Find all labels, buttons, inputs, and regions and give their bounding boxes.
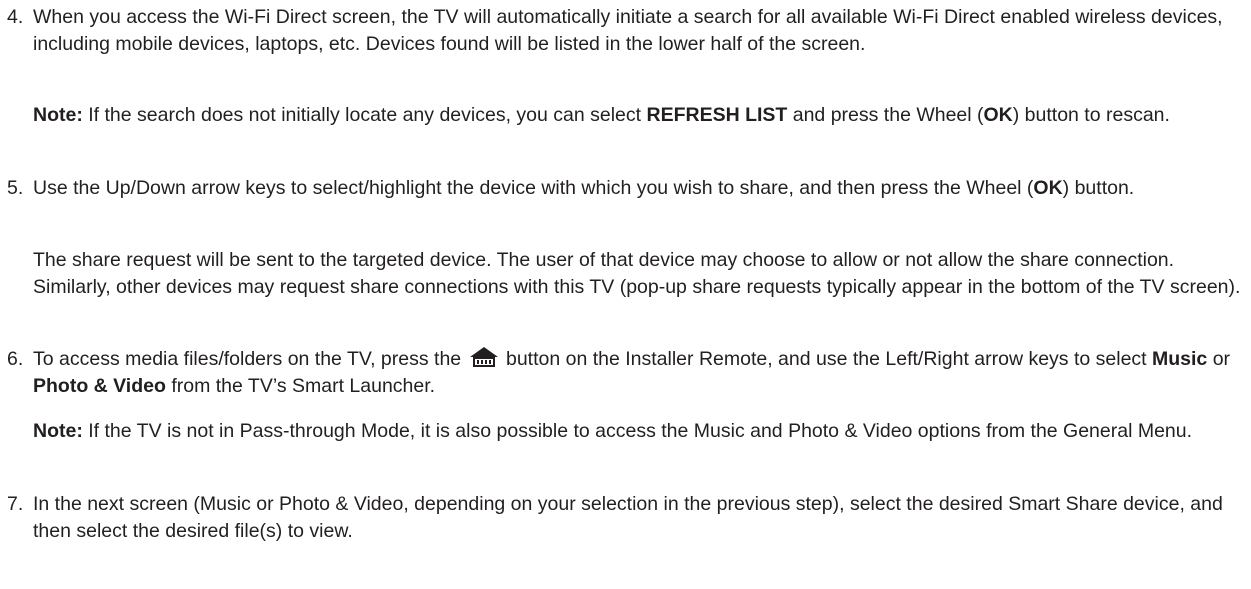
step-5: 5. Use the Up/Down arrow keys to select/… bbox=[0, 175, 1233, 202]
ok-label: OK bbox=[1033, 177, 1063, 199]
step-6-text: To access media files/folders on the TV,… bbox=[33, 346, 1233, 400]
note-paragraph: Note: If the search does not initially l… bbox=[33, 102, 1251, 129]
note-paragraph: Note: If the TV is not in Pass-through M… bbox=[33, 418, 1251, 445]
photo-video-label: Photo & Video bbox=[33, 375, 166, 397]
step-5-text-part: Use the Up/Down arrow keys to select/hig… bbox=[33, 177, 1034, 199]
step-6-note: Note: If the TV is not in Pass-through M… bbox=[0, 418, 1251, 445]
step-7-text: In the next screen (Music or Photo & Vid… bbox=[33, 493, 1223, 542]
note-text: and press the Wheel ( bbox=[787, 104, 984, 126]
step-6-text-part: To access media files/folders on the TV,… bbox=[33, 348, 467, 370]
step-5-text: Use the Up/Down arrow keys to select/hig… bbox=[33, 175, 1233, 202]
music-label: Music bbox=[1152, 348, 1208, 370]
step-7: 7. In the next screen (Music or Photo & … bbox=[0, 491, 1233, 545]
note-text: If the search does not initially locate … bbox=[82, 104, 647, 126]
note-text: If the TV is not in Pass-through Mode, i… bbox=[82, 420, 1193, 442]
step-number: 6. bbox=[7, 348, 24, 370]
step-number: 7. bbox=[7, 493, 24, 515]
note-text: ) button to rescan. bbox=[1012, 104, 1170, 126]
step-6: 6. To access media files/folders on the … bbox=[0, 346, 1233, 400]
step-number: 5. bbox=[7, 177, 24, 199]
home-icon bbox=[469, 346, 499, 368]
step-number: 4. bbox=[7, 6, 24, 28]
step-4-note: Note: If the search does not initially l… bbox=[0, 102, 1251, 129]
step-5-text-part: ) button. bbox=[1062, 177, 1135, 199]
step-5-detail-text: The share request will be sent to the ta… bbox=[33, 249, 1241, 298]
refresh-list-label: REFRESH LIST bbox=[646, 104, 788, 126]
step-6-text-part: or bbox=[1207, 348, 1231, 370]
step-4-text: When you access the Wi-Fi Direct screen,… bbox=[33, 6, 1223, 55]
step-6-text-part: button on the Installer Remote, and use … bbox=[500, 348, 1153, 370]
note-label: Note: bbox=[33, 104, 83, 126]
step-4: 4. When you access the Wi-Fi Direct scre… bbox=[0, 4, 1233, 58]
step-6-text-part: from the TV’s Smart Launcher. bbox=[165, 375, 436, 397]
note-label: Note: bbox=[33, 420, 83, 442]
step-5-detail: The share request will be sent to the ta… bbox=[0, 247, 1251, 301]
ok-label: OK bbox=[983, 104, 1013, 126]
